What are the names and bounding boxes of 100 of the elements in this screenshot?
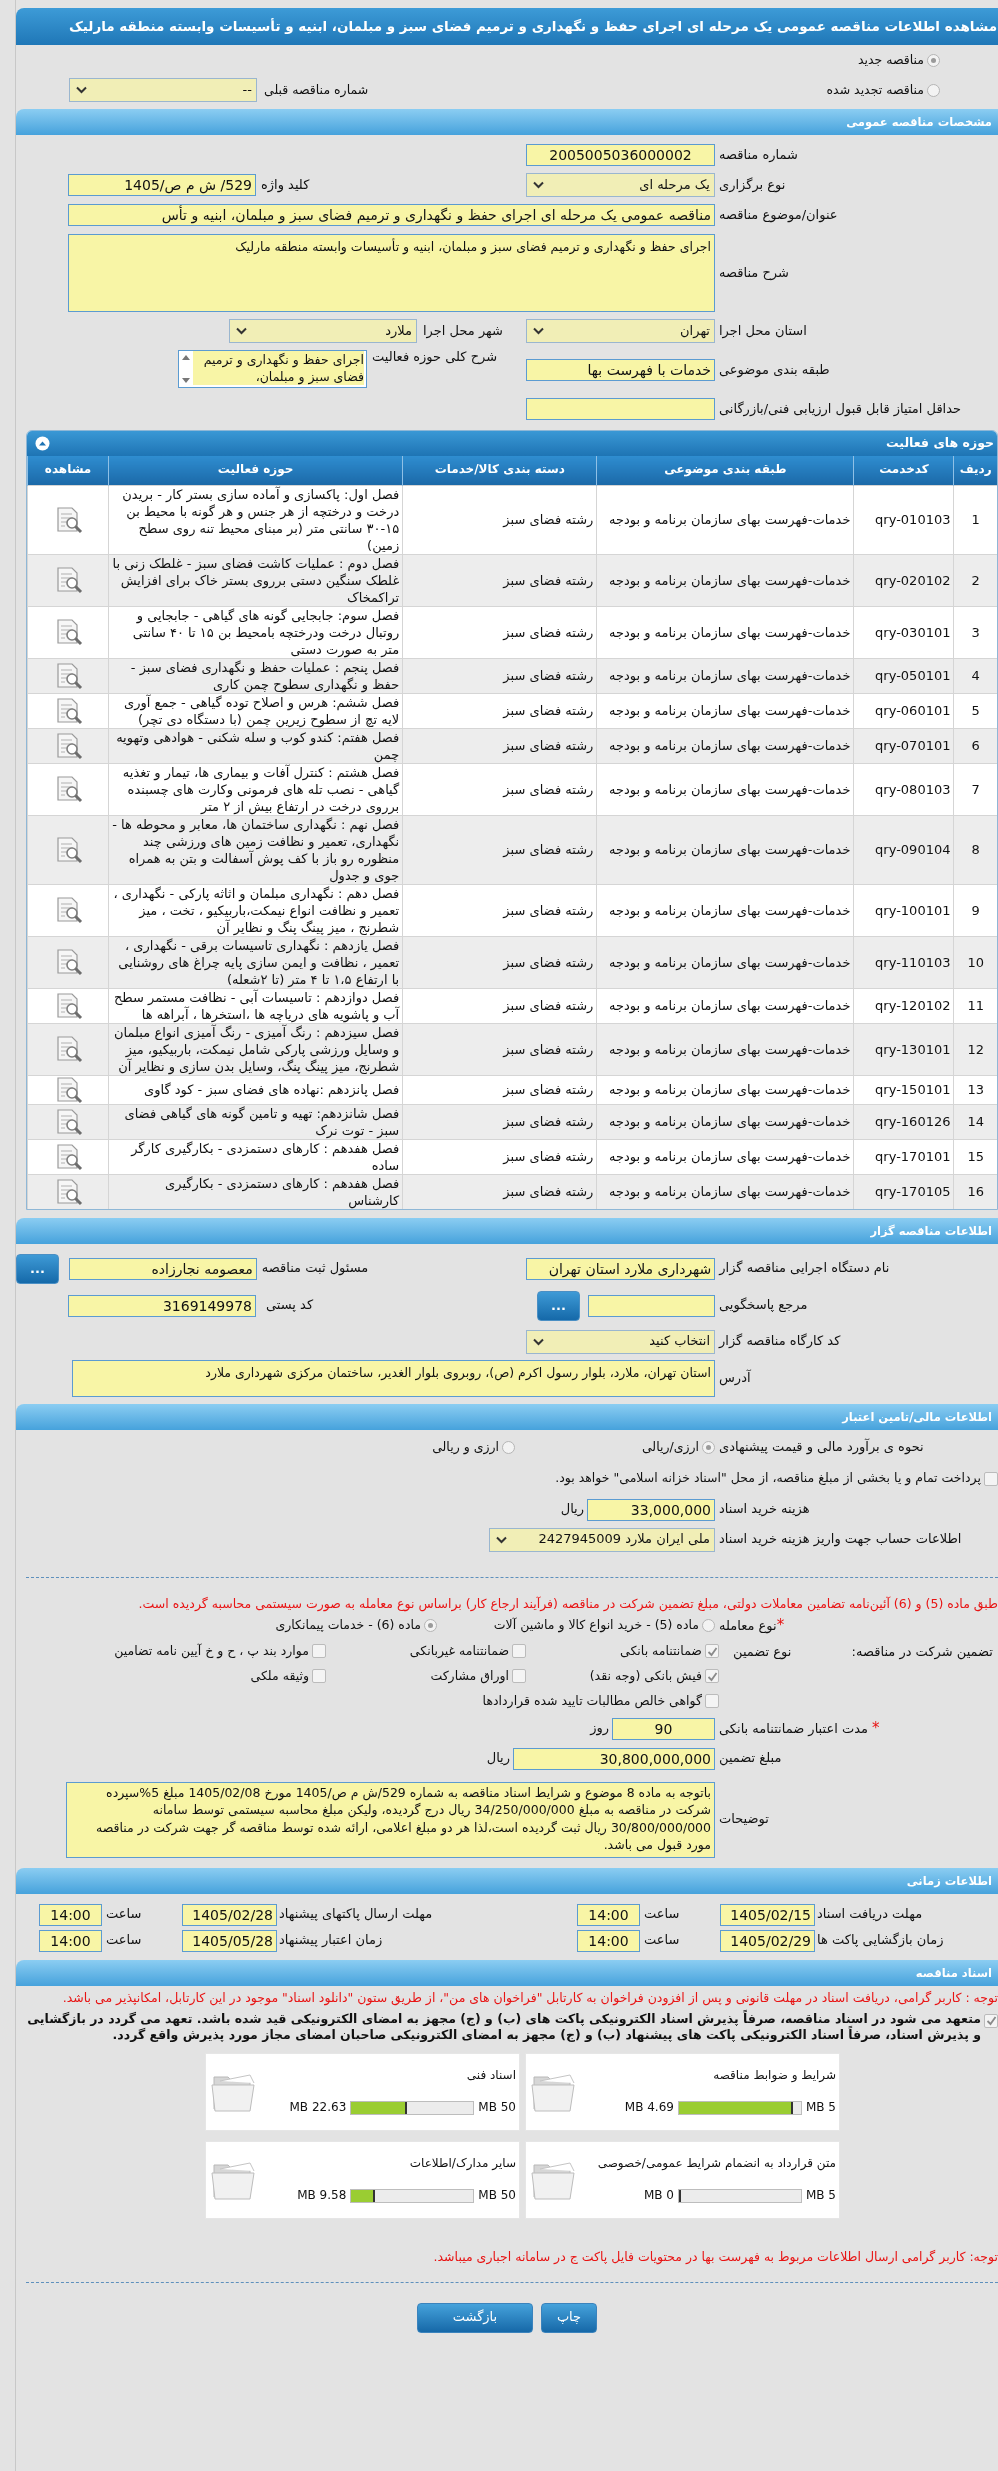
input-field[interactable] bbox=[526, 398, 715, 420]
table-cell: qry-090104 bbox=[853, 815, 954, 884]
dropdown[interactable]: یک مرحله ای bbox=[526, 173, 715, 197]
ellipsis-button[interactable]: ... bbox=[16, 1253, 59, 1284]
table-cell: خدمات-فهرست بهای سازمان برنامه و بودجه bbox=[596, 728, 854, 763]
input-field[interactable]: 14:00 bbox=[39, 1929, 102, 1952]
radio-button[interactable] bbox=[702, 1619, 715, 1632]
option-label: مناقصه جدید bbox=[857, 51, 924, 69]
size-label: 5 MB bbox=[805, 2187, 836, 2204]
checkbox[interactable] bbox=[312, 1669, 326, 1683]
table-cell: فصل شانزدهم: تهیه و تامین گونه های گیاهی فضای سبز - توت نرک bbox=[108, 1104, 403, 1139]
input-field[interactable]: اجرای حفظ و نگهداری و ترمیم فضای سبز و مبلمان، ابنیه و تأسیسات وابسته منطقه مارلیک bbox=[68, 234, 715, 312]
checkbox[interactable] bbox=[312, 1644, 326, 1658]
option-label: موارد بند پ ، ح و خ آیین نامه تضامین bbox=[114, 1642, 309, 1660]
option-label: ماده (5) - خرید انواع کالا و ماشین آلات bbox=[493, 1617, 699, 1634]
field-label: زمان بازگشایی پاکت ها bbox=[816, 1932, 945, 1949]
option-label: اوراق مشارکت bbox=[430, 1667, 509, 1685]
checkbox[interactable] bbox=[512, 1644, 526, 1658]
print-button[interactable]: چاپ bbox=[541, 2302, 597, 2333]
field-label: نوع برگزاری bbox=[718, 176, 787, 194]
option-label: ارزی و ریالی bbox=[432, 1439, 499, 1456]
field-label: شماره مناقصه قبلی bbox=[264, 81, 369, 99]
list-item[interactable]: اجرای حفظ و نگهداری و ترمیم فضای سبز و مبلمان، bbox=[193, 351, 364, 385]
checkbox[interactable] bbox=[705, 1694, 719, 1708]
option-label: ماده (6) - خدمات پیمانکاری bbox=[275, 1617, 421, 1634]
table-cell: qry-160126 bbox=[853, 1104, 954, 1139]
checkbox[interactable] bbox=[512, 1669, 526, 1683]
radio-button[interactable] bbox=[702, 1441, 715, 1454]
input-field[interactable]: 1405/02/28 bbox=[182, 1903, 277, 1926]
input-field[interactable]: 1405/02/15 bbox=[720, 1903, 815, 1926]
input-field[interactable]: باتوجه به ماده 8 موضوع و شرایط اسناد مناقصه به شماره 529/ش م ص/1405 مورخ 1405/02/08 مبلغ 5%سپرده شرکت در مناقصه به مبلغ 34/250/000/000 ریال درج گردیده، ولیکن مبلغ محاسبه سیستمی توسط سامانه 30/800/000/000 ریال ثبت گردیده است،لذا هر دو مبلغ اعلامی، ارائه شده توسط مناقصه گر جهت شرکت در مناقصه مورد قبول می باشد. bbox=[66, 1781, 715, 1858]
table-cell: خدمات-فهرست بهای سازمان برنامه و بودجه bbox=[596, 554, 854, 606]
field-label: مبلغ تضمین bbox=[718, 1750, 783, 1767]
table-cell: فصل دوم : عملیات کاشت فضای سبز - غلطک زنی با غلطک سنگین دستی برروی بستر خاک برای افزایش تراکمخاک bbox=[108, 554, 403, 606]
warning-text: طبق ماده (5) و (6) آئین‌نامه تضامین معاملات دولتی، مبلغ تضمین شرکت در مناقصه (فرآیند ارجاع کار) براساس نوع معامله به صورت سیستمی محاسبه گردیده است. bbox=[137, 1594, 998, 1613]
page-title: مشاهده اطلاعات مناقصه عمومی یک مرحله ای اجرای حفظ و نگهداری و ترمیم فضای سبز و مبلمان، ابنیه و تأسیسات وابسته منطقه مارلیک bbox=[16, 8, 998, 45]
caret-icon bbox=[76, 86, 87, 94]
table-cell: فصل هفدهم : کارهای دستمزدی - بکارگیری کارشناس bbox=[108, 1174, 403, 1209]
ellipsis-button[interactable]: ... bbox=[537, 1290, 580, 1321]
size-label: 4.69 MB bbox=[624, 2099, 674, 2116]
field-label: شرح مناقصه bbox=[718, 264, 790, 282]
field-label: نوع معامله bbox=[719, 1617, 777, 1633]
input-field[interactable]: 14:00 bbox=[39, 1903, 102, 1926]
field-label: مرجع پاسخگویی bbox=[718, 1297, 809, 1314]
input-field[interactable]: 14:00 bbox=[577, 1929, 640, 1952]
input-field[interactable]: استان تهران، ملارد، بلوار رسول اکرم (ص)، روبروی بلوار الغدیر، ساختمان مرکزی شهرداری ملارد bbox=[72, 1360, 715, 1397]
table-cell: رشته فضای سبز bbox=[402, 936, 597, 988]
checkbox[interactable] bbox=[705, 1669, 719, 1683]
checkbox[interactable] bbox=[705, 1644, 719, 1658]
document-title: شرایط و ضوابط مناقصه bbox=[712, 2067, 836, 2084]
input-field[interactable]: شهرداری ملارد استان تهران bbox=[526, 1257, 716, 1280]
field-label: تضمین شرکت در مناقصه: bbox=[851, 1643, 993, 1661]
input-field[interactable]: معصومه نجارزاده bbox=[68, 1257, 257, 1280]
table-cell: خدمات-فهرست بهای سازمان برنامه و بودجه bbox=[596, 1174, 854, 1209]
input-field[interactable]: خدمات با فهرست بها bbox=[526, 359, 715, 381]
option-label: فیش بانکی (وجه نقد) bbox=[589, 1667, 702, 1685]
radio-button[interactable] bbox=[927, 53, 940, 67]
checkbox[interactable] bbox=[984, 1471, 998, 1486]
table-cell: رشته فضای سبز bbox=[402, 554, 597, 606]
input-field[interactable]: 90 bbox=[612, 1717, 715, 1740]
field-label: حداقل امتیاز قابل قبول ارزیابی فنی/بازرگانی bbox=[718, 400, 963, 418]
caret-icon bbox=[533, 1337, 544, 1346]
dropdown[interactable]: -- bbox=[69, 78, 257, 102]
option-label: گواهی خالص مطالبات تایید شده قراردادها bbox=[482, 1692, 702, 1710]
list-box[interactable]: اجرای حفظ و نگهداری و ترمیم فضای سبز و مبلمان، bbox=[178, 350, 367, 388]
input-field[interactable]: 1405/02/29 bbox=[720, 1929, 815, 1952]
field-label: ساعت bbox=[105, 1906, 143, 1923]
section-header: اطلاعات مناقصه گزار bbox=[16, 1217, 998, 1244]
size-label: 50 MB bbox=[478, 2099, 516, 2116]
input-field[interactable]: 3169149978 bbox=[68, 1294, 256, 1317]
radio-button[interactable] bbox=[424, 1619, 437, 1632]
radio-button[interactable] bbox=[502, 1441, 515, 1454]
unit-label: روز bbox=[588, 1720, 610, 1737]
dropdown[interactable]: ملی ایران ملارد 2427945009 bbox=[489, 1527, 715, 1552]
input-field[interactable]: 2005005036000002 bbox=[526, 144, 715, 166]
input-field[interactable]: 30,800,000,000 bbox=[513, 1747, 715, 1770]
table-cell: رشته فضای سبز bbox=[402, 1104, 597, 1139]
input-field[interactable] bbox=[588, 1294, 715, 1317]
input-field[interactable]: 33,000,000 bbox=[587, 1498, 715, 1521]
field-label: اطلاعات حساب جهت واریز هزینه خرید اسناد bbox=[718, 1531, 963, 1548]
input-field[interactable]: 1405/05/28 bbox=[182, 1929, 277, 1952]
table-cell: رشته فضای سبز bbox=[402, 815, 597, 884]
field-label: ساعت bbox=[643, 1932, 681, 1949]
unit-label: ریال bbox=[559, 1501, 585, 1518]
radio-button[interactable] bbox=[927, 83, 940, 97]
dropdown[interactable]: انتخاب کنید bbox=[526, 1329, 715, 1354]
table-cell: فصل یازدهم : نگهداری تاسیسات برقی - نگهداری ، تعمیر ، نظافت و ایمن سازی پایه چراغ های روشنایی با ارتفاع ۱،۵ تا ۴ متر (تا ۲شعله) bbox=[108, 936, 403, 988]
field-label: مهلت ارسال پاکتهای پیشنهاد bbox=[278, 1906, 434, 1923]
input-field[interactable]: 14:00 bbox=[577, 1903, 640, 1926]
input-field[interactable]: 529/ ش م ص/1405 bbox=[68, 174, 256, 196]
caret-icon bbox=[236, 327, 247, 335]
section-header: اطلاعات مالی/تامین اعتبار bbox=[16, 1403, 998, 1430]
dropdown[interactable]: ملارد bbox=[229, 319, 417, 343]
input-field[interactable]: مناقصه عمومی یک مرحله ای اجرای حفظ و نگهداری و ترمیم فضای سبز و مبلمان، ابنیه و تأس bbox=[68, 204, 715, 226]
dropdown[interactable]: تهران bbox=[526, 319, 715, 343]
field-label: مهلت دریافت اسناد bbox=[816, 1906, 924, 1923]
field-label: نحوه ی برآورد مالی و قیمت پیشنهادی bbox=[718, 1439, 925, 1456]
checkbox[interactable] bbox=[984, 2013, 998, 2028]
back-button[interactable]: بازگشت bbox=[417, 2302, 533, 2333]
collapse-icon[interactable] bbox=[35, 436, 50, 451]
